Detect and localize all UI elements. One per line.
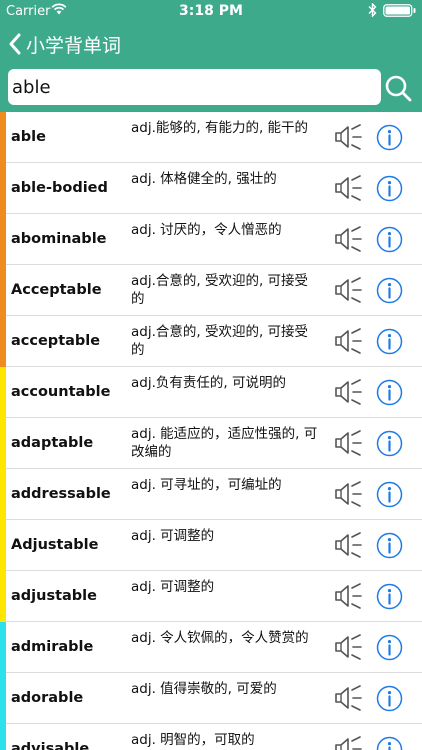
speaker-icon[interactable] [333,429,363,457]
info-icon[interactable] [376,736,403,750]
row-color-bar [0,469,6,520]
row-color-bar [0,418,6,469]
word-row[interactable]: advisable adj. 明智的，可取的 [0,724,422,750]
word-row[interactable]: addressable adj. 可寻址的，可编址的 [0,469,422,520]
row-color-bar [0,112,6,163]
info-icon[interactable] [376,277,403,304]
word-label: advisable [11,741,90,750]
speaker-icon[interactable] [333,276,363,304]
back-button[interactable]: 小学背单词 [8,28,121,60]
word-meaning: adj. 令人钦佩的，令人赞赏的 [131,630,309,646]
word-label: Adjustable [11,537,99,553]
row-color-bar [0,316,6,367]
word-label: adaptable [11,435,94,451]
info-icon[interactable] [376,175,403,202]
word-meaning: adj.负有责任的, 可说明的 [131,375,286,391]
speaker-icon[interactable] [333,531,363,559]
app-header: Carrier 3:18 PM 小学背单词 [0,0,422,112]
info-icon[interactable] [376,685,403,712]
bluetooth-icon [368,3,377,17]
info-icon[interactable] [376,634,403,661]
word-row[interactable]: adaptable adj. 能适应的，适应性强的, 可改编的 [0,418,422,469]
word-row[interactable]: adorable adj. 值得崇敬的, 可爱的 [0,673,422,724]
word-label: able-bodied [11,180,108,196]
speaker-icon[interactable] [333,582,363,610]
row-color-bar [0,673,6,724]
word-label: adorable [11,690,84,706]
speaker-icon[interactable] [333,735,363,750]
row-color-bar [0,571,6,622]
speaker-icon[interactable] [333,174,363,202]
speaker-icon[interactable] [333,633,363,661]
info-icon[interactable] [376,430,403,457]
word-row[interactable]: accountable adj.负有责任的, 可说明的 [0,367,422,418]
speaker-icon[interactable] [333,123,363,151]
speaker-icon[interactable] [333,378,363,406]
status-bar: Carrier 3:18 PM [0,0,422,22]
info-icon[interactable] [376,226,403,253]
speaker-icon[interactable] [333,480,363,508]
word-meaning: adj. 能适应的，适应性强的, 可改编的 [131,426,318,460]
speaker-icon[interactable] [333,327,363,355]
word-label: accountable [11,384,111,400]
word-label: addressable [11,486,111,502]
word-label: able [11,129,46,145]
word-row[interactable]: adjustable adj. 可调整的 [0,571,422,622]
word-meaning: adj.合意的, 受欢迎的, 可接受的 [131,273,309,307]
word-row[interactable]: abominable adj. 讨厌的，令人憎恶的 [0,214,422,265]
info-icon[interactable] [376,583,403,610]
nav-bar: 小学背单词 [0,22,422,66]
row-color-bar [0,214,6,265]
search-icon[interactable] [382,72,414,104]
status-time: 3:18 PM [179,3,243,19]
word-row[interactable]: able-bodied adj. 体格健全的, 强壮的 [0,163,422,214]
word-row[interactable]: Acceptable adj.合意的, 受欢迎的, 可接受的 [0,265,422,316]
battery-icon [383,4,416,17]
row-color-bar [0,520,6,571]
word-row[interactable]: admirable adj. 令人钦佩的，令人赞赏的 [0,622,422,673]
word-label: abominable [11,231,107,247]
row-color-bar [0,724,6,750]
row-color-bar [0,163,6,214]
info-icon[interactable] [376,328,403,355]
word-meaning: adj.能够的, 有能力的, 能干的 [131,120,309,136]
word-meaning: adj. 值得崇敬的, 可爱的 [131,681,277,697]
word-row[interactable]: Adjustable adj. 可调整的 [0,520,422,571]
word-meaning: adj. 可寻址的，可编址的 [131,477,282,493]
word-label: acceptable [11,333,101,349]
word-meaning: adj. 可调整的 [131,579,215,595]
speaker-icon[interactable] [333,225,363,253]
word-list: able adj.能够的, 有能力的, 能干的 able-bodied adj. 体格… [0,112,422,750]
word-label: adjustable [11,588,97,604]
row-color-bar [0,265,6,316]
word-meaning: adj. 明智的，可取的 [131,732,255,748]
word-meaning: adj. 体格健全的, 强壮的 [131,171,277,187]
chevron-left-icon [9,33,21,55]
word-meaning: adj. 讨厌的，令人憎恶的 [131,222,282,238]
row-color-bar [0,622,6,673]
info-icon[interactable] [376,124,403,151]
info-icon[interactable] [376,532,403,559]
row-color-bar [0,367,6,418]
page-title: 小学背单词 [26,34,122,57]
speaker-icon[interactable] [333,684,363,712]
word-label: Acceptable [11,282,102,298]
info-icon[interactable] [376,481,403,508]
word-meaning: adj. 可调整的 [131,528,215,544]
info-icon[interactable] [376,379,403,406]
word-label: admirable [11,639,94,655]
word-meaning: adj.合意的, 受欢迎的, 可接受的 [131,324,309,358]
search-bar [0,66,422,112]
search-input[interactable] [8,69,381,105]
word-row[interactable]: able adj.能够的, 有能力的, 能干的 [0,112,422,163]
word-row[interactable]: acceptable adj.合意的, 受欢迎的, 可接受的 [0,316,422,367]
